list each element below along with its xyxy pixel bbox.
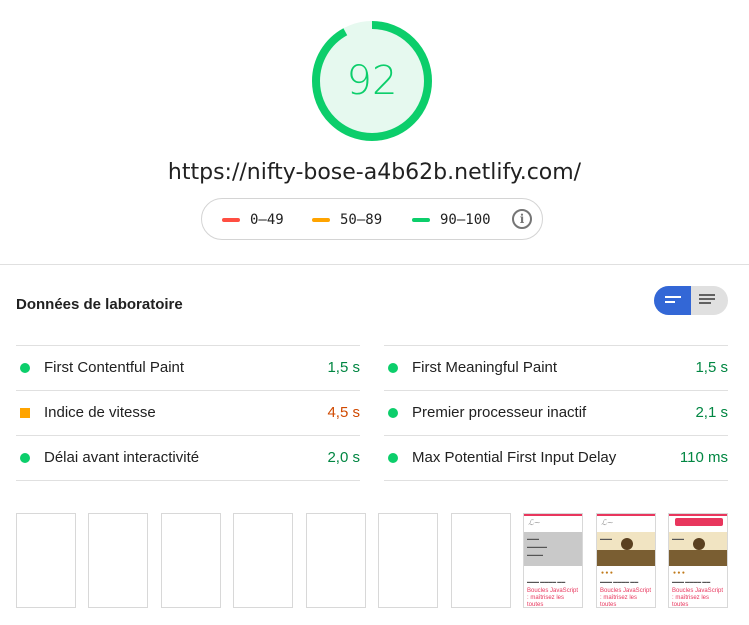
metric-label: Max Potential First Input Delay (412, 449, 617, 466)
info-icon[interactable]: i (512, 209, 532, 229)
pass-dot-icon (20, 453, 30, 463)
performance-score-gauge: 92 (311, 20, 433, 142)
filmstrip-frame-loaded: ℒ~ ▬▬▬ ▬▬▬▬▬ ▬▬▬▬ ▬▬▬ ▬▬▬▬ ▬▬ Boucles Ja… (523, 513, 583, 608)
metric-time-to-interactive: Délai avant interactivité 2,0 s (16, 435, 360, 480)
score-legend: 0–49 50–89 90–100 i (201, 198, 543, 240)
section-divider (0, 264, 749, 265)
list-expanded-icon (699, 294, 715, 307)
balloon-icon (693, 538, 705, 550)
metric-value: 110 ms (679, 449, 728, 466)
pass-dot-icon (20, 363, 30, 373)
filmstrip-frame-blank (306, 513, 366, 608)
filmstrip-frame-blank (378, 513, 438, 608)
audited-url: https://nifty-bose-a4b62b.netlify.com/ (167, 160, 582, 185)
filmstrip-frame-blank (161, 513, 221, 608)
average-dash-icon (312, 218, 330, 222)
pass-dash-icon (412, 218, 430, 222)
frame-logo-icon: ℒ~ (601, 518, 614, 527)
legend-label: 0–49 (250, 212, 284, 228)
metric-value: 2,1 s (695, 404, 728, 421)
filmstrip-frame-blank (451, 513, 511, 608)
metrics-divider (384, 480, 728, 481)
filmstrip-frame-blank (88, 513, 148, 608)
metric-label: Indice de vitesse (44, 404, 156, 421)
metric-value: 1,5 s (327, 359, 360, 376)
pass-dot-icon (388, 453, 398, 463)
score-value: 92 (346, 58, 398, 104)
list-compact-button[interactable] (654, 286, 691, 315)
metric-first-cpu-idle: Premier processeur inactif 2,1 s (384, 390, 728, 435)
metric-first-contentful-paint: First Contentful Paint 1,5 s (16, 345, 360, 390)
frame-topbar (597, 514, 655, 516)
list-compact-icon (665, 296, 681, 306)
legend-label: 50–89 (340, 212, 383, 228)
metric-label: First Contentful Paint (44, 359, 185, 376)
metric-first-meaningful-paint: First Meaningful Paint 1,5 s (384, 345, 728, 390)
filmstrip-frame-loaded: ▬▬▬ ● ● ● ▬▬▬ ▬▬▬▬ ▬▬ Boucles JavaScript… (668, 513, 728, 608)
metric-value: 1,5 s (695, 359, 728, 376)
metric-label: First Meaningful Paint (412, 359, 558, 376)
frame-headline: Boucles JavaScript : maîtrisez les toute… (672, 588, 724, 608)
frame-headline: Boucles JavaScript : maîtrisez les toute… (600, 588, 652, 608)
average-square-icon (20, 408, 30, 418)
fail-dash-icon (222, 218, 240, 222)
frame-cookie-banner (675, 518, 723, 526)
filmstrip-frame-loaded: ℒ~ ▬▬▬ ● ● ● ▬▬▬ ▬▬▬▬ ▬▬ Boucles JavaScr… (596, 513, 656, 608)
metrics-divider (16, 480, 360, 481)
metric-speed-index: Indice de vitesse 4,5 s (16, 390, 360, 435)
frame-topbar (669, 514, 727, 516)
metric-label: Premier processeur inactif (412, 404, 587, 421)
frame-logo-icon: ℒ~ (528, 518, 541, 527)
filmstrip-frame-blank (233, 513, 293, 608)
legend-label: 90–100 (440, 212, 491, 228)
frame-topbar (524, 514, 582, 516)
metric-max-potential-fid: Max Potential First Input Delay 110 ms (384, 435, 728, 480)
filmstrip-frame-blank (16, 513, 76, 608)
section-title: Données de laboratoire (16, 296, 183, 313)
social-icons: ● ● ● (601, 570, 613, 576)
frame-headline: Boucles JavaScript : maîtrisez les toute… (527, 588, 579, 608)
metric-value: 4,5 s (327, 404, 360, 421)
balloon-icon (621, 538, 633, 550)
pass-dot-icon (388, 408, 398, 418)
pass-dot-icon (388, 363, 398, 373)
metrics-view-toggle[interactable] (654, 286, 728, 315)
social-icons: ● ● ● (673, 570, 685, 576)
list-expanded-button[interactable] (691, 286, 728, 315)
metric-label: Délai avant interactivité (44, 449, 200, 466)
metric-value: 2,0 s (327, 449, 360, 466)
